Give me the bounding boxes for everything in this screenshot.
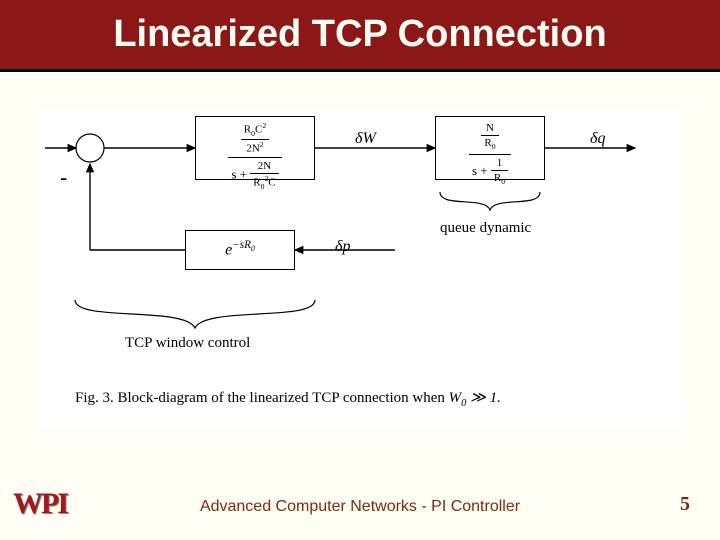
b1-den-left: s +: [231, 167, 250, 182]
figure-caption: Fig. 3. Block-diagram of the linearized …: [75, 388, 501, 409]
b1-den-num: 2N: [250, 159, 278, 174]
caption-condition: W0 ≫ 1.: [449, 390, 501, 406]
label-tcp-window-control: TCP window control: [125, 335, 250, 352]
summing-minus-sign: -: [60, 165, 67, 191]
summing-junction: [76, 134, 104, 162]
b1-top-den: 2N2: [241, 140, 269, 156]
title-bar: Linearized TCP Connection: [0, 0, 720, 72]
b2-top-den: R0: [481, 136, 498, 153]
label-delta-p: δp: [335, 238, 350, 256]
label-queue-dynamic: queue dynamic: [440, 220, 531, 237]
caption-prefix: Fig. 3. Block-diagram of the linearized …: [75, 390, 449, 406]
footer: WPI WPI Advanced Computer Networks - PI …: [0, 482, 720, 522]
b2-top-num: N: [481, 121, 498, 136]
b2-den-left: s +: [472, 163, 491, 178]
page-number: 5: [680, 493, 690, 516]
footer-text: Advanced Computer Networks - PI Controll…: [0, 498, 720, 516]
diagram-container: R0C2 2N2 s + 2N R02C N: [35, 110, 685, 430]
label-delta-w: δW: [355, 130, 376, 148]
slide-title: Linearized TCP Connection: [113, 13, 606, 56]
b2-den-num: 1: [491, 156, 508, 171]
block-diagram-svg: [35, 110, 685, 430]
block-tcp-transfer: R0C2 2N2 s + 2N R02C: [195, 116, 315, 180]
brace-queue-dynamic: [440, 192, 540, 210]
b1-den-den: R02C: [250, 174, 278, 192]
brace-tcp-window-control: [75, 300, 315, 328]
b3-expr: e−sR0: [186, 239, 294, 259]
label-delta-q: δq: [590, 130, 605, 148]
b1-top-num: R0C2: [241, 121, 269, 140]
block-queue-transfer: N R0 s + 1 R0: [435, 116, 545, 180]
block-delay: e−sR0: [185, 230, 295, 270]
b2-den-den: R0: [491, 171, 508, 188]
